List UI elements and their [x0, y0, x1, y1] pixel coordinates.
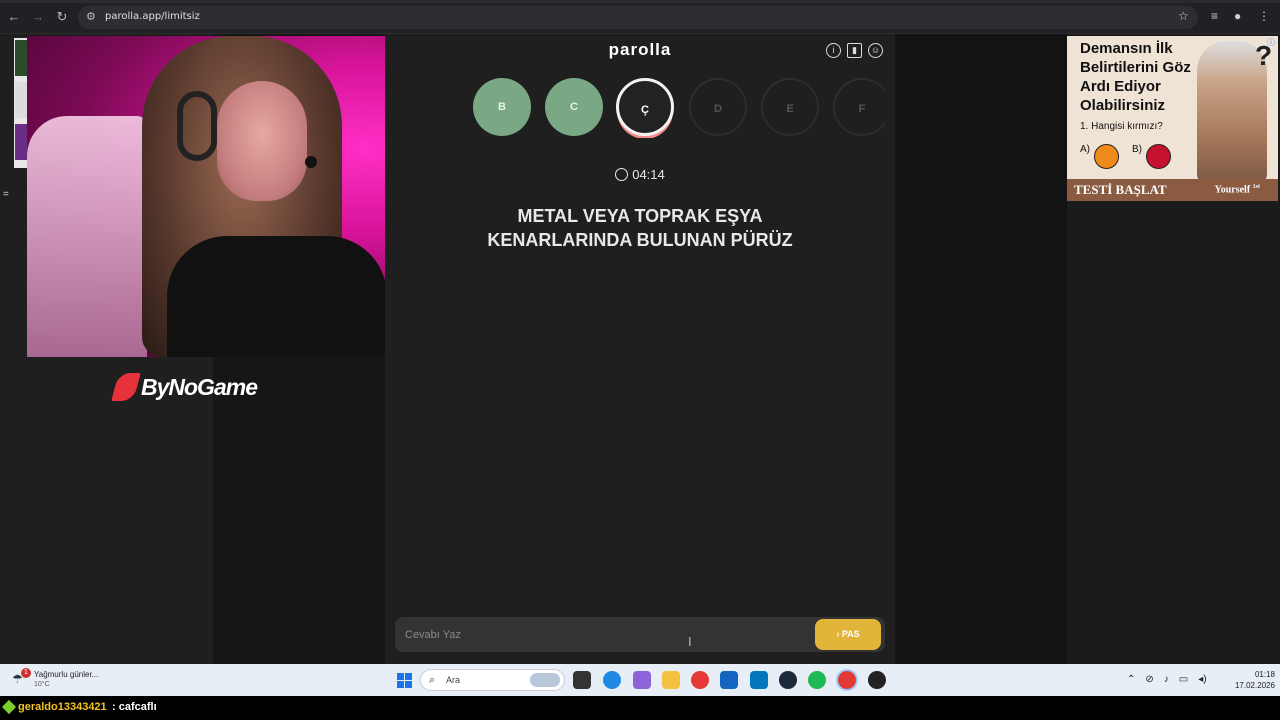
taskbar-search[interactable]: ⌕ Ara — [420, 669, 565, 691]
ad-brand-sup: 1st — [1252, 184, 1260, 190]
streamer-face — [217, 81, 307, 201]
question-text: METAL VEYA TOPRAK EŞYA KENARLARINDA BULU… — [487, 206, 793, 250]
app-icon[interactable] — [868, 671, 886, 689]
text-cursor-icon: I — [688, 634, 692, 649]
forward-icon[interactable]: → — [30, 9, 46, 25]
ad-brand: Yourself 1st — [1215, 184, 1260, 195]
chat-separator: : — [112, 701, 116, 713]
chevron-up-icon[interactable]: ⌃ — [1127, 674, 1135, 685]
file-explorer-icon[interactable] — [662, 671, 680, 689]
info-icon[interactable]: i — [826, 43, 841, 58]
search-icon: ⌕ — [429, 674, 436, 686]
spotify-icon[interactable] — [808, 671, 826, 689]
sponsor-logo: ByNoGame — [111, 371, 258, 403]
timer: 04:14 — [385, 167, 895, 182]
browser-toolbar: ← → ↻ ⚙ parolla.app/limitsiz ☆ ≡ ● ⋮ — [0, 0, 1280, 34]
clock-date: 17.02.2026 — [1234, 681, 1275, 690]
answer-bar: › PAS — [395, 617, 885, 652]
system-clock[interactable]: 01:18 17.02.2026 — [1225, 669, 1275, 691]
back-icon[interactable]: ← — [6, 9, 22, 25]
headset-icon — [177, 91, 217, 161]
ad-cta[interactable]: TESTİ BAŞLAT — [1074, 182, 1167, 198]
adchoices-icon[interactable]: ⓘ — [1267, 37, 1275, 48]
orange-circle[interactable] — [1094, 144, 1119, 169]
letter-circle-c: C — [545, 78, 603, 136]
ad-option-a-label: A) — [1080, 144, 1090, 155]
task-view-icon[interactable] — [573, 671, 591, 689]
star-icon[interactable]: ☆ — [1178, 9, 1189, 23]
right-gap-panel — [895, 34, 1067, 664]
tab-strip — [0, 0, 1280, 3]
microphone-icon[interactable]: ♪ — [1164, 674, 1169, 685]
letter-track: B C Ç D E F — [473, 78, 885, 138]
ad-option-b-label: B) — [1132, 144, 1142, 155]
edge-icon[interactable] — [603, 671, 621, 689]
copilot-icon[interactable] — [633, 671, 651, 689]
chat-message: : cafcaflı — [112, 701, 157, 713]
equals-icon: = — [3, 189, 9, 200]
app-title: parolla — [608, 40, 672, 59]
parolla-app: parolla i ▮ ☺ B C Ç D E F 04:14 METAL VE… — [385, 34, 895, 664]
answer-input[interactable] — [405, 617, 805, 652]
streamer-shirt — [167, 236, 387, 357]
search-highlight-icon — [530, 673, 560, 687]
ad-footer[interactable]: TESTİ BAŞLAT Yourself 1st — [1067, 179, 1278, 201]
ad-question: 1. Hangisi kırmızı? — [1080, 121, 1163, 132]
system-tray: ⌃ ⊘ ♪ ▭ ◂) — [1127, 674, 1207, 685]
ad-headline: Demansın İlk Belirtilerini Göz Ardı Ediy… — [1080, 40, 1191, 114]
ad-brand-name: Yourself — [1214, 184, 1251, 196]
letter-circle-b: B — [473, 78, 531, 136]
weather-text: Yağmurlu günler... — [34, 670, 99, 679]
url-text[interactable]: parolla.app/limitsiz — [105, 11, 200, 22]
stats-icon[interactable]: ▮ — [847, 43, 862, 58]
profile-avatar-icon[interactable]: ● — [1234, 9, 1241, 23]
timer-value: 04:14 — [632, 167, 665, 182]
chat-overlay: geraldo13343421 : cafcaflı — [0, 696, 1280, 720]
microphone — [305, 156, 317, 168]
letter-circle-c-cedilla: Ç — [616, 78, 674, 136]
bynogame-logo-icon — [111, 373, 141, 401]
chat-message-text: cafcaflı — [118, 701, 157, 713]
gem-icon — [1, 699, 17, 715]
pass-button[interactable]: › PAS — [815, 619, 881, 650]
pass-button-label: PAS — [841, 629, 860, 639]
profile-icon[interactable]: ☺ — [868, 43, 883, 58]
advertisement[interactable]: ? ⓘ Demansın İlk Belirtilerini Göz Ardı … — [1067, 36, 1278, 201]
start-button[interactable] — [397, 673, 412, 688]
chat-username: geraldo13343421 — [18, 701, 107, 713]
letter-circle-d: D — [689, 78, 747, 136]
display-icon[interactable]: ▭ — [1179, 674, 1188, 685]
address-bar[interactable]: ⚙ parolla.app/limitsiz — [78, 6, 1198, 29]
menu-icon[interactable]: ⋮ — [1258, 9, 1270, 23]
notification-badge: 1 — [21, 668, 31, 678]
letter-circle-f: F — [833, 78, 885, 136]
reload-icon[interactable]: ↻ — [54, 9, 70, 25]
letter-circle-e: E — [761, 78, 819, 136]
app-header-icons: i ▮ ☺ — [826, 43, 883, 58]
store-icon[interactable] — [720, 671, 738, 689]
gaming-chair — [27, 116, 147, 357]
chrome-active-icon[interactable] — [838, 671, 856, 689]
site-settings-icon[interactable]: ⚙ — [86, 10, 96, 23]
steam-icon[interactable] — [779, 671, 797, 689]
weather-temp: 10°C — [34, 681, 50, 688]
windows-taskbar: ☂ 1 Yağmurlu günler... 10°C ⌕ Ara ⌃ ⊘ ♪ … — [0, 664, 1280, 696]
clock-icon — [615, 168, 629, 181]
clock-time: 01:18 — [1254, 670, 1275, 679]
media-control-icon[interactable]: ≡ — [1211, 9, 1218, 23]
sponsor-logo-text: ByNoGame — [141, 373, 258, 400]
volume-icon[interactable]: ◂) — [1198, 674, 1206, 685]
outlook-icon[interactable] — [750, 671, 768, 689]
chrome-icon[interactable] — [691, 671, 709, 689]
red-circle[interactable] — [1146, 144, 1171, 169]
network-icon[interactable]: ⊘ — [1145, 674, 1153, 685]
taskbar-search-label: Ara — [446, 675, 461, 685]
